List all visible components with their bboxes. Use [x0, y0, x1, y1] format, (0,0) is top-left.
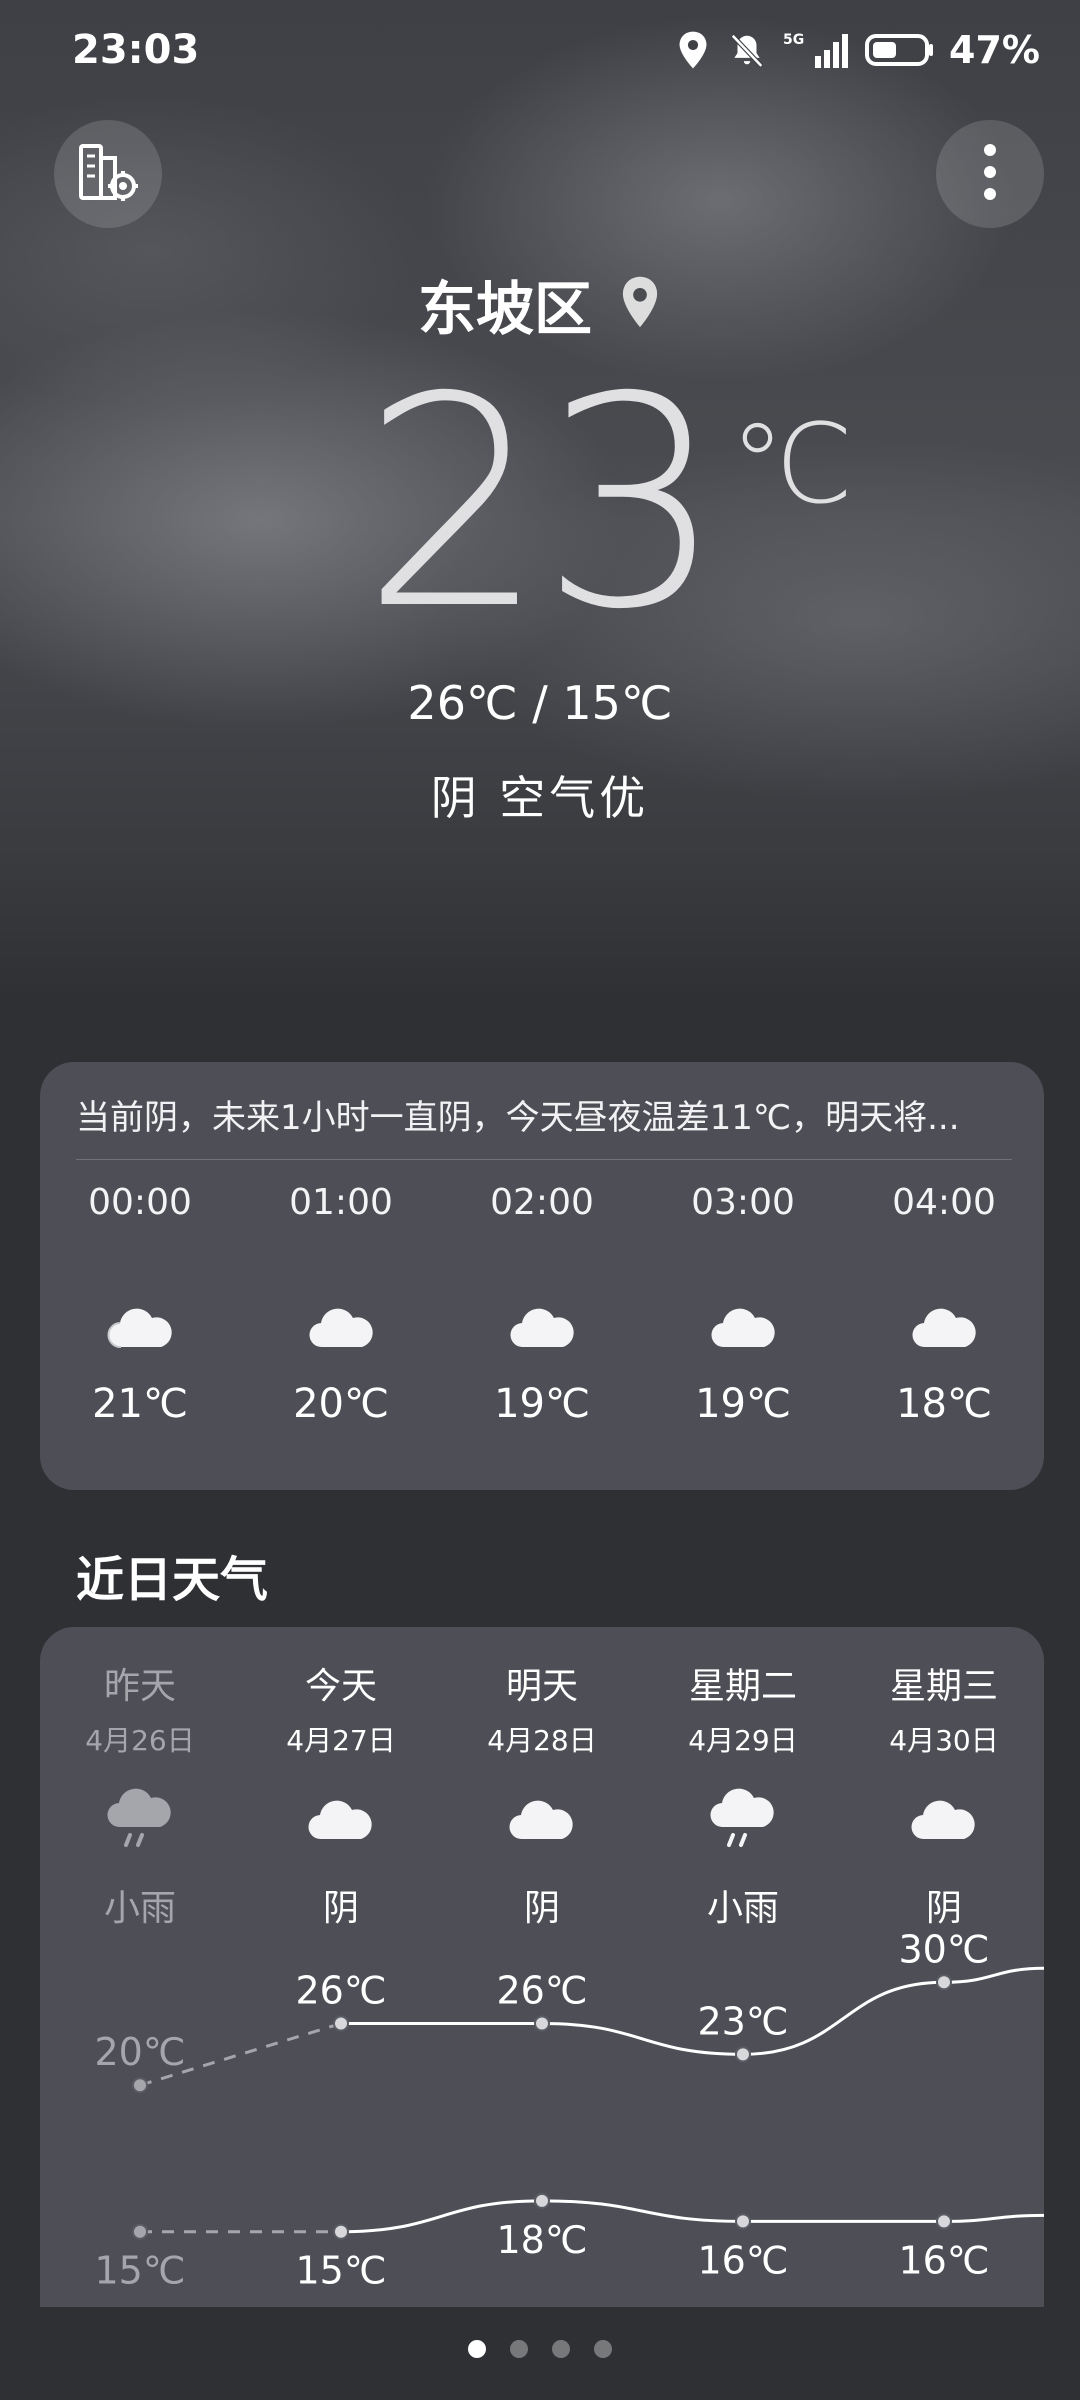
- location-row[interactable]: 东坡区: [0, 262, 1080, 346]
- temperature-unit: ℃: [730, 400, 854, 528]
- low-temp-label: 18℃: [496, 2218, 587, 2262]
- hour-temp: 19℃: [695, 1381, 791, 1427]
- low-temp-label: 15℃: [94, 2249, 185, 2293]
- more-options-button[interactable]: [936, 120, 1044, 228]
- cloudy-icon: [241, 1303, 441, 1359]
- city-name: 东坡区: [417, 275, 592, 343]
- recent-weather-title: 近日天气: [76, 1552, 269, 1608]
- page-dot[interactable]: [552, 2340, 570, 2358]
- more-vertical-icon: [980, 140, 1000, 208]
- current-condition: 阴 空气优: [430, 771, 650, 825]
- current-temperature: 23: [361, 336, 724, 673]
- low-point: [132, 2223, 148, 2240]
- high-low-range: 26℃ / 15℃: [407, 676, 673, 730]
- location-pin-icon: [618, 275, 662, 333]
- high-temp-label: 20℃: [94, 2030, 185, 2074]
- low-point: [936, 2213, 952, 2230]
- low-temp-label: 16℃: [898, 2238, 989, 2282]
- hour-temp: 19℃: [494, 1381, 590, 1427]
- high-point: [936, 1974, 952, 1991]
- page-dot[interactable]: [594, 2340, 612, 2358]
- status-icons: 5G 47%: [673, 28, 1040, 72]
- building-settings-icon: [73, 140, 143, 208]
- hour-item: 00:00 21℃: [40, 1182, 240, 1427]
- low-temp-label: 16℃: [697, 2238, 788, 2282]
- cloudy-icon: [844, 1303, 1044, 1359]
- page-indicator: [0, 2340, 1080, 2358]
- hour-item: 02:00 19℃: [442, 1182, 642, 1427]
- hour-item: 03:00 19℃: [643, 1182, 843, 1427]
- hour-time: 02:00: [490, 1182, 594, 1223]
- hour-temp: 20℃: [293, 1381, 389, 1427]
- battery-percent: 47%: [949, 28, 1040, 72]
- daily-forecast-card[interactable]: 昨天 4月26日 小雨 今天 4月27日 阴 明天 4月28日 阴 星期二 4月…: [40, 1627, 1044, 2307]
- high-temp-label: 30℃: [898, 1927, 989, 1971]
- page-dot[interactable]: [510, 2340, 528, 2358]
- divider: [76, 1159, 1012, 1160]
- low-point: [735, 2213, 751, 2230]
- hour-time: 00:00: [88, 1182, 192, 1223]
- hour-temp: 21℃: [92, 1381, 188, 1427]
- low-point: [333, 2223, 349, 2240]
- hourly-forecast-card[interactable]: 当前阴，未来1小时一直阴，今天昼夜温差11℃，明天将... 00:00 21℃ …: [40, 1062, 1044, 1490]
- low-temp-label: 15℃: [295, 2249, 386, 2293]
- hour-temp: 18℃: [896, 1381, 992, 1427]
- high-temp-label: 26℃: [295, 1968, 386, 2012]
- signal-5g-icon: 5G: [781, 30, 851, 70]
- high-point: [333, 2015, 349, 2032]
- page-dot[interactable]: [468, 2340, 486, 2358]
- svg-text:5G: 5G: [783, 32, 804, 48]
- high-point: [735, 2046, 751, 2063]
- status-time: 23:03: [72, 27, 200, 73]
- location-icon: [673, 30, 713, 70]
- hour-item: 04:00 18℃: [844, 1182, 1044, 1427]
- status-bar: 23:03 5G 47%: [0, 0, 1080, 100]
- city-management-button[interactable]: [54, 120, 162, 228]
- cloudy-icon: [643, 1303, 843, 1359]
- bell-muted-icon: [727, 30, 767, 70]
- hour-time: 01:00: [289, 1182, 393, 1223]
- hour-time: 03:00: [691, 1182, 795, 1223]
- battery-icon: [865, 30, 935, 70]
- weather-summary: 当前阴，未来1小时一直阴，今天昼夜温差11℃，明天将...: [76, 1098, 960, 1138]
- high-temp-label: 23℃: [697, 1999, 788, 2043]
- hour-item: 01:00 20℃: [241, 1182, 441, 1427]
- high-point: [534, 2015, 550, 2032]
- temperature-trend-chart: 20℃ 15℃ 26℃ 15℃ 26℃ 18℃ 23℃ 16℃ 30℃ 16℃: [94, 1927, 1044, 2293]
- high-temp-label: 26℃: [496, 1968, 587, 2012]
- hour-time: 04:00: [892, 1182, 996, 1223]
- cloudy-icon: [40, 1303, 240, 1359]
- cloudy-icon: [442, 1303, 642, 1359]
- high-point: [132, 2077, 148, 2094]
- low-point: [534, 2192, 550, 2209]
